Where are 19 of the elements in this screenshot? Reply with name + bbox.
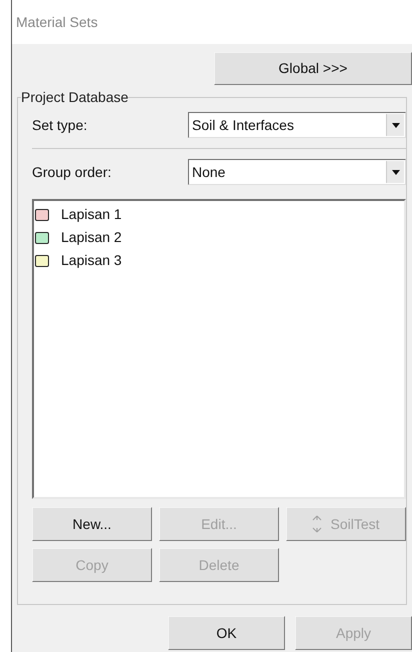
list-item[interactable]: Lapisan 1 — [34, 203, 404, 226]
group-title: Project Database — [21, 89, 128, 105]
list-item[interactable]: Lapisan 2 — [34, 226, 404, 249]
field-label: Group order: — [32, 162, 112, 182]
up-down-arrows-icon — [312, 515, 322, 533]
dropdown-arrow-button[interactable] — [386, 161, 404, 183]
dropdown[interactable]: None — [188, 159, 406, 185]
dropdown-value: None — [191, 162, 226, 182]
list-item[interactable]: Lapisan 3 — [34, 249, 404, 272]
field-label: Set type: — [32, 116, 88, 135]
window-title: Material Sets — [16, 12, 98, 32]
caret-down-icon — [392, 122, 400, 128]
dropdown-value: Soil & Interfaces — [191, 116, 295, 134]
global-button[interactable]: Global >>> — [214, 52, 412, 85]
caret-down-icon — [392, 170, 400, 174]
dialog-button[interactable]: OK — [168, 616, 285, 650]
dropdown[interactable]: Soil & Interfaces — [188, 112, 406, 138]
dropdown-arrow-button[interactable] — [386, 114, 404, 136]
action-button[interactable]: New... — [32, 507, 152, 541]
